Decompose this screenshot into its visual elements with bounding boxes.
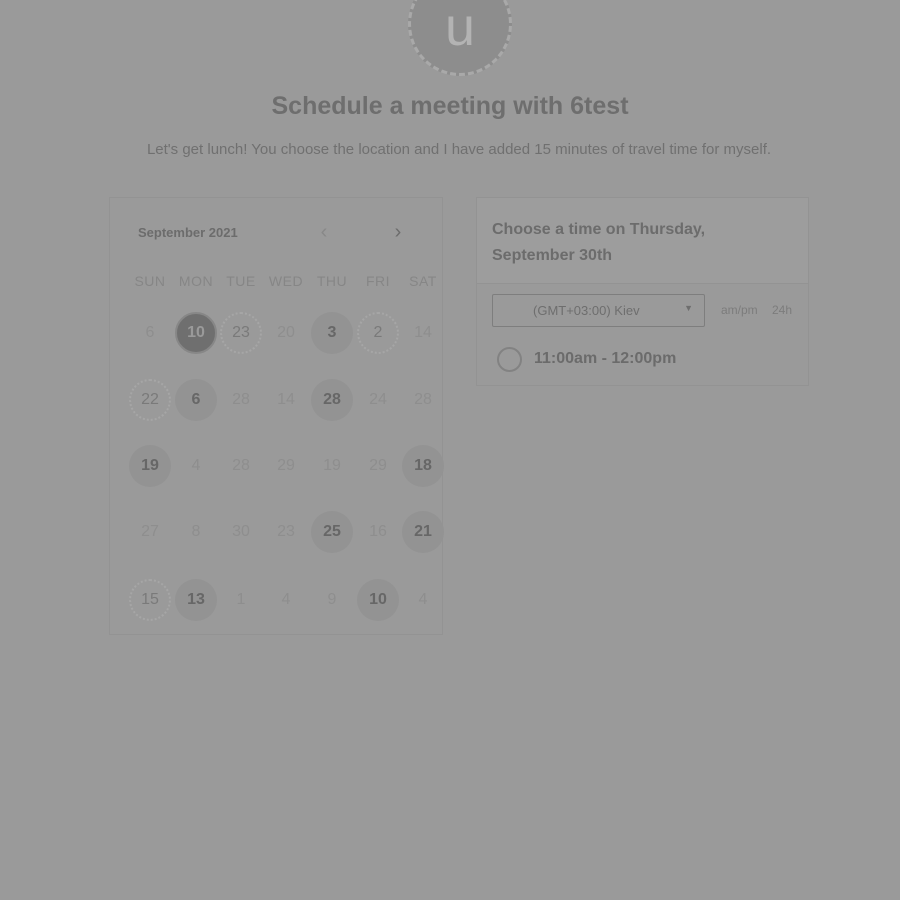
timezone-select[interactable]: (GMT+03:00) Kiev ▼ xyxy=(492,294,705,327)
chevron-left-icon[interactable]: ‹ xyxy=(312,220,336,244)
calendar-day[interactable]: 22 xyxy=(129,379,171,421)
time-panel-header: Choose a time on Thursday, September 30t… xyxy=(477,198,808,284)
weekday-label: TUE xyxy=(226,273,256,289)
calendar-day: 19 xyxy=(323,457,341,474)
calendar-day: 27 xyxy=(141,523,159,540)
calendar-day[interactable]: 2 xyxy=(357,312,399,354)
format-24h-toggle[interactable]: 24h xyxy=(772,303,792,317)
avatar-letter: u xyxy=(444,0,476,57)
calendar-day: 28 xyxy=(414,391,432,408)
calendar-day: 29 xyxy=(277,457,295,474)
time-slot-radio[interactable] xyxy=(497,347,522,372)
time-panel-title: Choose a time on Thursday, September 30t… xyxy=(492,221,706,264)
calendar-day[interactable]: 6 xyxy=(175,379,217,421)
calendar-day: 24 xyxy=(369,391,387,408)
calendar-day: 20 xyxy=(277,324,295,341)
calendar-day[interactable]: 18 xyxy=(402,445,444,487)
calendar-day[interactable]: 23 xyxy=(220,312,262,354)
calendar-day[interactable]: 10 xyxy=(357,579,399,621)
host-avatar: u xyxy=(408,0,512,76)
calendar-day: 28 xyxy=(232,457,250,474)
calendar-day: 8 xyxy=(191,523,201,540)
calendar-day[interactable]: 25 xyxy=(311,511,353,553)
calendar-day[interactable]: 3 xyxy=(311,312,353,354)
page-title: Schedule a meeting with 6test xyxy=(271,92,629,120)
calendar-day: 14 xyxy=(277,391,295,408)
calendar-day[interactable]: 13 xyxy=(175,579,217,621)
calendar-day[interactable]: 21 xyxy=(402,511,444,553)
calendar: September 2021 ‹ › SUN MON TUE WED THU FRI SAT… xyxy=(109,197,444,635)
calendar-day: 30 xyxy=(232,523,250,540)
calendar-month-label: September 2021 xyxy=(138,225,238,240)
calendar-day[interactable]: 19 xyxy=(129,445,171,487)
timezone-value: (GMT+03:00) Kiev xyxy=(533,303,640,318)
calendar-day: 1 xyxy=(236,591,246,608)
calendar-day: 23 xyxy=(277,523,295,540)
calendar-day: 4 xyxy=(191,457,201,474)
calendar-day: 9 xyxy=(327,591,337,608)
format-ampm-toggle[interactable]: am/pm xyxy=(721,303,758,317)
chevron-right-icon[interactable]: › xyxy=(386,220,410,244)
calendar-day: 28 xyxy=(232,391,250,408)
weekday-label: WED xyxy=(268,273,304,289)
calendar-day: 6 xyxy=(145,324,155,341)
calendar-day[interactable]: 15 xyxy=(129,579,171,621)
calendar-day: 4 xyxy=(281,591,291,608)
calendar-day: 14 xyxy=(414,324,432,341)
calendar-day: 16 xyxy=(369,523,387,540)
caret-down-icon: ▼ xyxy=(684,303,693,313)
weekday-label: FRI xyxy=(365,273,391,289)
weekday-label: THU xyxy=(316,273,348,289)
weekday-label: SUN xyxy=(134,273,166,289)
calendar-day: 29 xyxy=(369,457,387,474)
weekday-label: MON xyxy=(178,273,214,289)
weekday-label: SAT xyxy=(409,273,437,289)
page-subtitle: Let's get lunch! You choose the location… xyxy=(146,141,772,158)
time-panel: Choose a time on Thursday, September 30t… xyxy=(476,197,809,386)
time-slot-label[interactable]: 11:00am - 12:00pm xyxy=(534,350,676,368)
calendar-day[interactable]: 10 xyxy=(175,312,217,354)
calendar-day[interactable]: 28 xyxy=(311,379,353,421)
calendar-day: 4 xyxy=(418,591,428,608)
